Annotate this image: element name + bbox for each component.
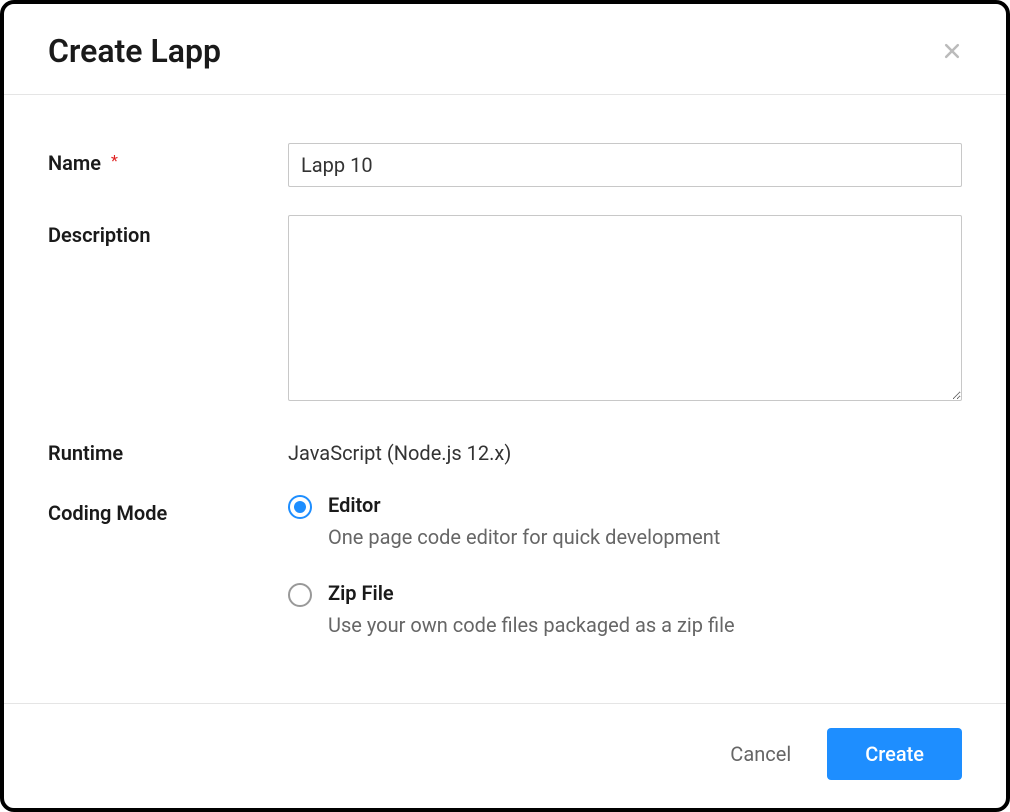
radio-icon[interactable]: [288, 583, 312, 607]
description-row: Description: [48, 215, 962, 405]
radio-description-zip-file: Use your own code files packaged as a zi…: [328, 613, 962, 637]
runtime-label: Runtime: [48, 433, 288, 465]
description-input[interactable]: [288, 215, 962, 401]
coding-mode-label: Coding Mode: [48, 493, 288, 525]
create-lapp-modal: Create Lapp Name* Description Runtime: [0, 0, 1010, 812]
radio-option-zip-file[interactable]: Zip File Use your own code files package…: [288, 581, 962, 637]
create-button[interactable]: Create: [827, 728, 962, 780]
modal-title: Create Lapp: [48, 32, 221, 70]
required-mark: *: [111, 151, 118, 170]
name-label: Name*: [48, 143, 288, 175]
description-label: Description: [48, 215, 288, 247]
cancel-button[interactable]: Cancel: [730, 742, 791, 766]
name-row: Name*: [48, 143, 962, 187]
runtime-row: Runtime JavaScript (Node.js 12.x): [48, 433, 962, 465]
name-input[interactable]: [288, 143, 962, 187]
radio-icon[interactable]: [288, 495, 312, 519]
radio-option-editor[interactable]: Editor One page code editor for quick de…: [288, 493, 962, 549]
radio-label-editor[interactable]: Editor: [328, 493, 962, 517]
radio-label-zip-file[interactable]: Zip File: [328, 581, 962, 605]
modal-body: Name* Description Runtime JavaScript (No…: [4, 95, 1006, 703]
modal-header: Create Lapp: [4, 4, 1006, 95]
modal-footer: Cancel Create: [4, 703, 1006, 808]
radio-description-editor: One page code editor for quick developme…: [328, 525, 962, 549]
coding-mode-row: Coding Mode Editor One page code editor …: [48, 493, 962, 637]
runtime-value: JavaScript (Node.js 12.x): [288, 433, 962, 465]
close-icon[interactable]: [942, 41, 962, 61]
coding-mode-radio-group: Editor One page code editor for quick de…: [288, 493, 962, 637]
